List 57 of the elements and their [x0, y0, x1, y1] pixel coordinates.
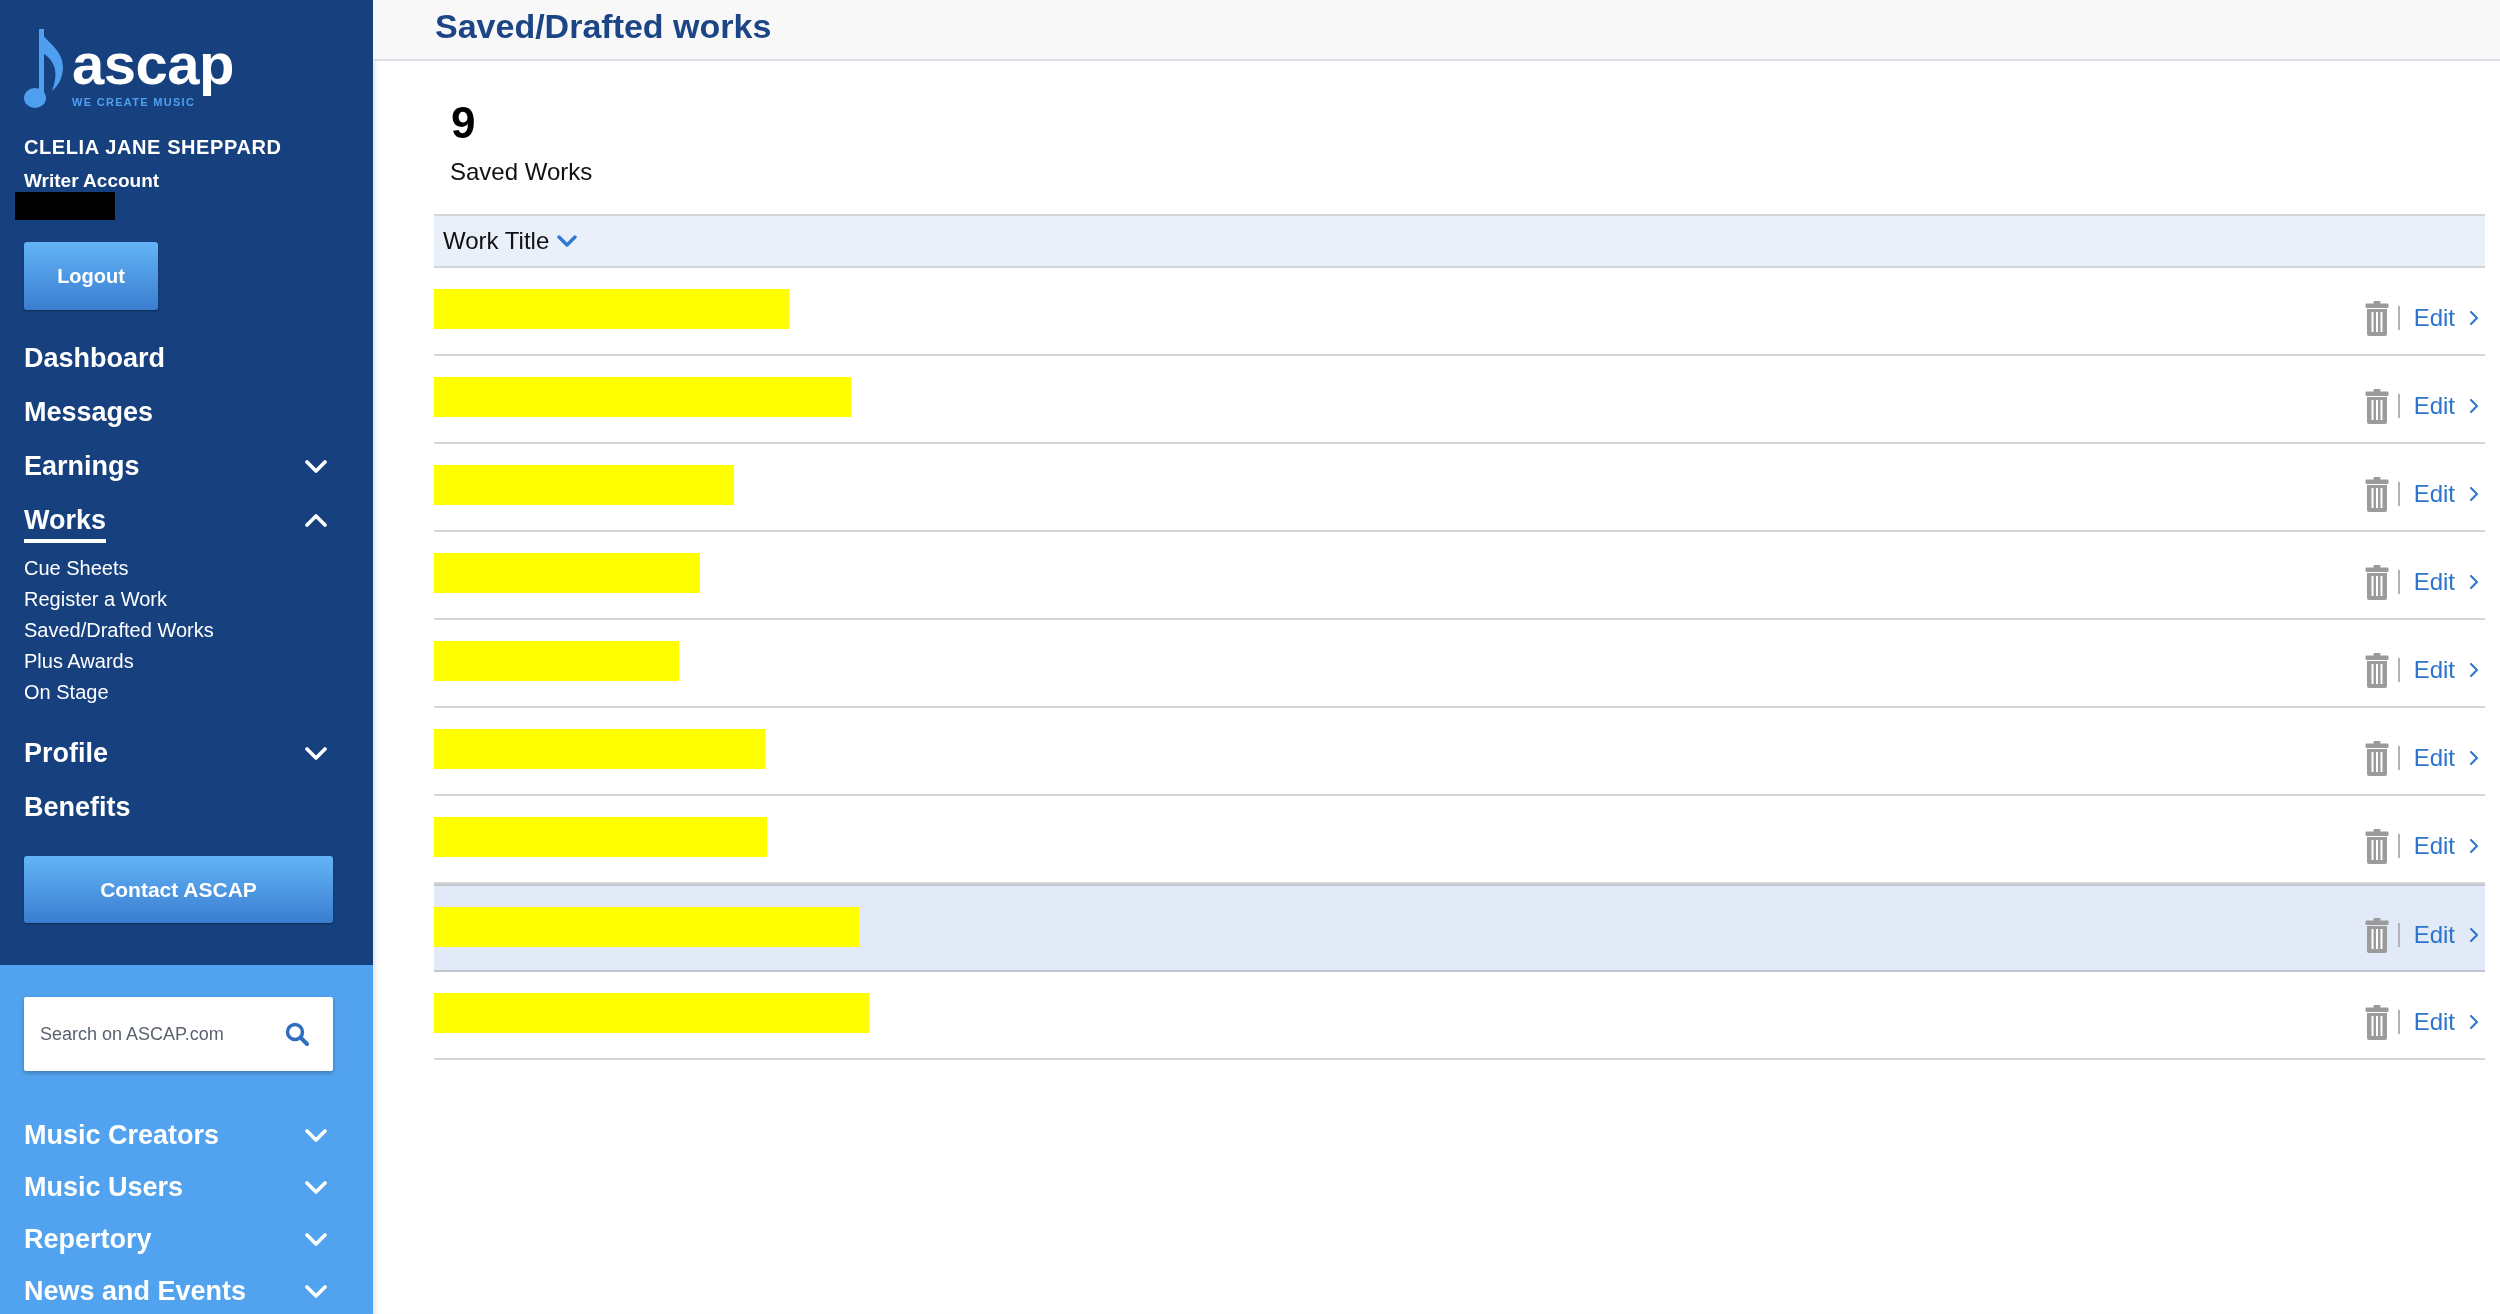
edit-link[interactable]: Edit	[2413, 744, 2479, 772]
chevron-right-icon	[2469, 486, 2479, 502]
nav-link[interactable]: Benefits	[24, 791, 131, 823]
column-heading[interactable]: Work Title	[443, 227, 578, 255]
subnav-link[interactable]: Saved/Drafted Works	[24, 615, 214, 646]
chevron-right-icon	[2469, 662, 2479, 678]
chevron-right-icon	[2469, 398, 2479, 414]
account-type: Writer Account	[24, 169, 160, 192]
edit-link[interactable]: Edit	[2413, 1008, 2479, 1036]
nav-link[interactable]: Profile	[24, 737, 109, 769]
trash-icon[interactable]	[2364, 1004, 2389, 1040]
edit-link[interactable]: Edit	[2413, 656, 2479, 684]
nav-link[interactable]: Repertory	[24, 1223, 152, 1255]
chevron-right-icon	[2469, 310, 2479, 326]
trash-icon[interactable]	[2364, 388, 2389, 424]
music-note-icon	[24, 29, 64, 109]
chevron-right-icon	[2469, 838, 2479, 854]
chevron-right-icon	[2469, 927, 2479, 943]
trash-icon[interactable]	[2364, 917, 2389, 953]
count-label: Saved Works	[450, 158, 593, 186]
edit-link[interactable]: Edit	[2413, 480, 2479, 508]
chevron-down-icon[interactable]	[305, 459, 327, 473]
nav-link[interactable]: Music Users	[24, 1171, 184, 1203]
trash-icon[interactable]	[2364, 476, 2389, 512]
subnav-link[interactable]: Cue Sheets	[24, 553, 129, 584]
works-count: 9	[451, 101, 476, 145]
chevron-right-icon	[2469, 574, 2479, 590]
search-field[interactable]: Search on ASCAP.com	[24, 997, 333, 1071]
trash-icon[interactable]	[2364, 740, 2389, 776]
trash-icon[interactable]	[2364, 828, 2389, 864]
nav-link[interactable]: Dashboard	[24, 342, 166, 374]
edit-link[interactable]: Edit	[2413, 921, 2479, 949]
contact-button[interactable]: Contact ASCAP	[24, 856, 333, 923]
logout-button[interactable]: Logout	[24, 242, 158, 310]
nav-link[interactable]: Messages	[24, 396, 154, 428]
user-name: CLELIA JANE SHEPPARD	[24, 135, 282, 159]
nav-link[interactable]: Works	[24, 504, 107, 543]
trash-icon[interactable]	[2364, 564, 2389, 600]
subnav-link[interactable]: On Stage	[24, 677, 109, 708]
trash-icon[interactable]	[2364, 300, 2389, 336]
trash-icon[interactable]	[2364, 652, 2389, 688]
chevron-up-icon[interactable]	[305, 513, 327, 527]
nav-link[interactable]: News and Events	[24, 1275, 247, 1307]
search-icon[interactable]	[285, 1022, 309, 1046]
edit-link[interactable]: Edit	[2413, 568, 2479, 596]
chevron-right-icon	[2469, 750, 2479, 766]
nav-link[interactable]: Earnings	[24, 450, 140, 482]
nav-link[interactable]: Music Creators	[24, 1119, 220, 1151]
subnav-link[interactable]: Plus Awards	[24, 646, 134, 677]
chevron-down-icon[interactable]	[305, 746, 327, 760]
page-title: Saved/Drafted works	[435, 6, 772, 46]
edit-link[interactable]: Edit	[2413, 304, 2479, 332]
edit-link[interactable]: Edit	[2413, 392, 2479, 420]
chevron-right-icon	[2469, 1014, 2479, 1030]
logo-tagline: WE CREATE MUSIC	[72, 96, 196, 108]
edit-link[interactable]: Edit	[2413, 832, 2479, 860]
subnav-link[interactable]: Register a Work	[24, 584, 167, 615]
